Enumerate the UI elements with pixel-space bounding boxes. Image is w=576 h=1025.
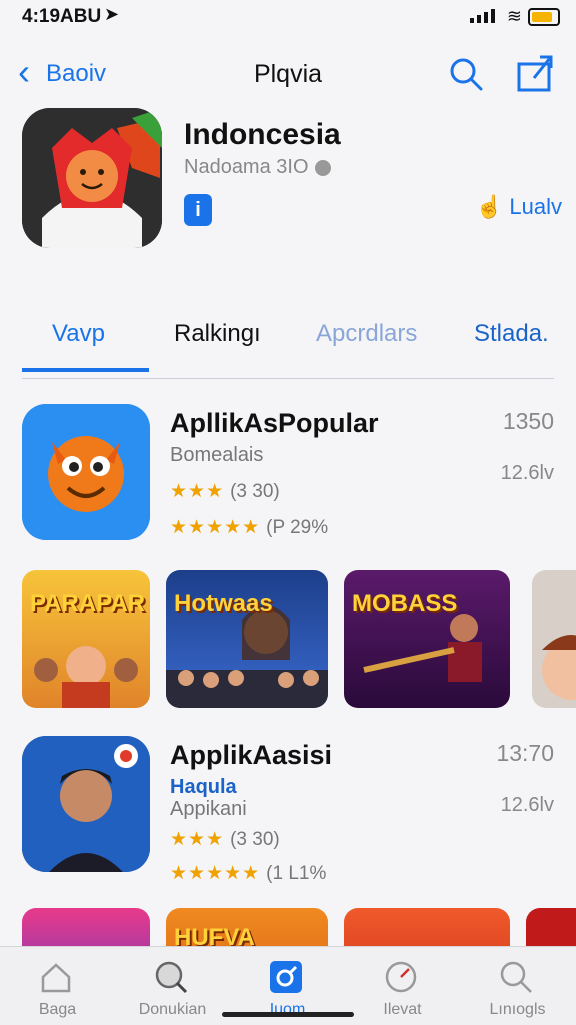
nav-bar: ‹ Baoiv Plqvia — [0, 48, 576, 100]
verified-icon — [314, 159, 331, 176]
tabbar-item-gauge[interactable]: Ilevat — [345, 947, 460, 1025]
app-icon[interactable] — [22, 108, 162, 248]
tabbar-item-discover[interactable]: Donukian — [115, 947, 230, 1025]
home-indicator — [222, 1012, 354, 1017]
item-subtitle: Haqula — [170, 776, 237, 798]
star-rating-icon: ★★★★★ — [170, 517, 261, 538]
screenshot-strip: PARAPAR Hotwaas MOBASS — [22, 570, 576, 710]
item-app-icon[interactable] — [22, 736, 150, 872]
tab-apps[interactable]: Apcrdlars — [316, 320, 417, 348]
tabbar-label: Ilevat — [383, 1001, 422, 1018]
status-time: 4:19ABU — [22, 6, 102, 27]
tabbar-label: Lınıogls — [489, 1001, 546, 1018]
item-count: 13:70 — [496, 740, 554, 766]
screenshot-thumb[interactable]: HUFVA — [166, 908, 328, 946]
wifi-icon: ≋ — [506, 6, 522, 26]
star-rating-icon: ★★★★★ — [170, 863, 261, 884]
screenshot-thumb[interactable] — [526, 908, 576, 946]
tabbar-label: Baga — [38, 1001, 77, 1018]
item-rating: ★★★ (3 30) — [170, 828, 280, 851]
signal-icon — [470, 9, 495, 23]
star-rating-icon: ★★★ — [170, 829, 225, 850]
item-title: ApllikAsPopular — [170, 408, 379, 438]
item-subtitle: Bomealais — [170, 444, 264, 466]
item-rating-count: (3 30) — [230, 829, 280, 850]
screenshot-caption: PARAPAR — [30, 590, 146, 617]
item-rating-percent: (1 L1% — [266, 863, 327, 884]
screenshot-thumb[interactable]: MOBASS — [344, 570, 510, 708]
home-icon — [41, 963, 71, 993]
page-title: Plqvia — [253, 60, 323, 88]
apps-icon — [270, 961, 302, 993]
share-icon[interactable] — [516, 54, 554, 92]
screenshot-thumb[interactable] — [22, 908, 150, 946]
item-size: 12.6lv — [500, 794, 554, 816]
screenshot-strip: HUFVA — [22, 908, 576, 946]
item-rating-count: (3 30) — [230, 481, 280, 502]
status-bar: 4:19ABU ➤ ≋ — [0, 0, 576, 34]
screenshot-thumb[interactable] — [532, 570, 576, 708]
app-header: Indoncesia Nadoama 3IO i ☝ Lualv — [22, 108, 562, 253]
item-size: 12.6lv — [500, 462, 554, 484]
tab-vavp[interactable]: Vavp — [52, 320, 105, 348]
active-tab-indicator — [22, 368, 149, 372]
item-title: ApplikAasisi — [170, 740, 333, 770]
item-rating-percent: (P 29% — [266, 517, 329, 538]
location-icon: ➤ — [104, 4, 120, 24]
item-rating-secondary: ★★★★★ (P 29% — [170, 516, 328, 539]
star-rating-icon: ★★★ — [170, 481, 225, 502]
screenshot-caption: HUFVA — [174, 924, 255, 946]
tabbar-label: Donukian — [138, 1001, 207, 1018]
screenshot-thumb[interactable] — [344, 908, 510, 946]
like-button-label: Lualv — [509, 194, 562, 219]
gauge-icon — [385, 961, 417, 993]
screenshot-thumb[interactable]: PARAPAR — [22, 570, 150, 708]
screenshot-thumb[interactable]: Hotwaas — [166, 570, 328, 708]
app-developer: Nadoama 3IO — [184, 156, 331, 179]
thumbs-up-icon: ☝ — [475, 194, 504, 219]
search-icon[interactable] — [448, 56, 484, 92]
battery-icon — [528, 8, 560, 26]
screenshot-caption: Hotwaas — [174, 590, 273, 617]
tabbar-item-search[interactable]: Lınıogls — [460, 947, 575, 1025]
item-rating: ★★★ (3 30) — [170, 480, 280, 503]
like-button[interactable]: ☝ Lualv — [476, 194, 562, 220]
item-rating-secondary: ★★★★★ (1 L1% — [170, 862, 326, 885]
tab-ranking[interactable]: Ralkingı — [174, 320, 261, 348]
info-badge[interactable]: i — [184, 194, 212, 226]
segment-tabs: Vavp Ralkingı Apcrdlars Stlada. — [22, 312, 554, 379]
item-app-icon[interactable] — [22, 404, 150, 540]
app-name: Indoncesia — [184, 118, 341, 151]
search-icon — [500, 961, 532, 993]
screenshot-caption: MOBASS — [352, 590, 458, 617]
list-item[interactable]: ApllikAsPopular Bomealais ★★★ (3 30) ★★★★… — [22, 404, 562, 544]
item-category: Appikani — [170, 798, 247, 820]
tab-stlada[interactable]: Stlada. — [474, 320, 549, 348]
item-count: 1350 — [502, 408, 554, 434]
discover-icon — [155, 961, 188, 994]
tabbar-item-home[interactable]: Baga — [0, 947, 115, 1025]
app-developer-label: Nadoama 3IO — [184, 156, 309, 178]
list-item[interactable]: ApplikAasisi Haqula Appikani ★★★ (3 30) ★… — [22, 736, 562, 884]
